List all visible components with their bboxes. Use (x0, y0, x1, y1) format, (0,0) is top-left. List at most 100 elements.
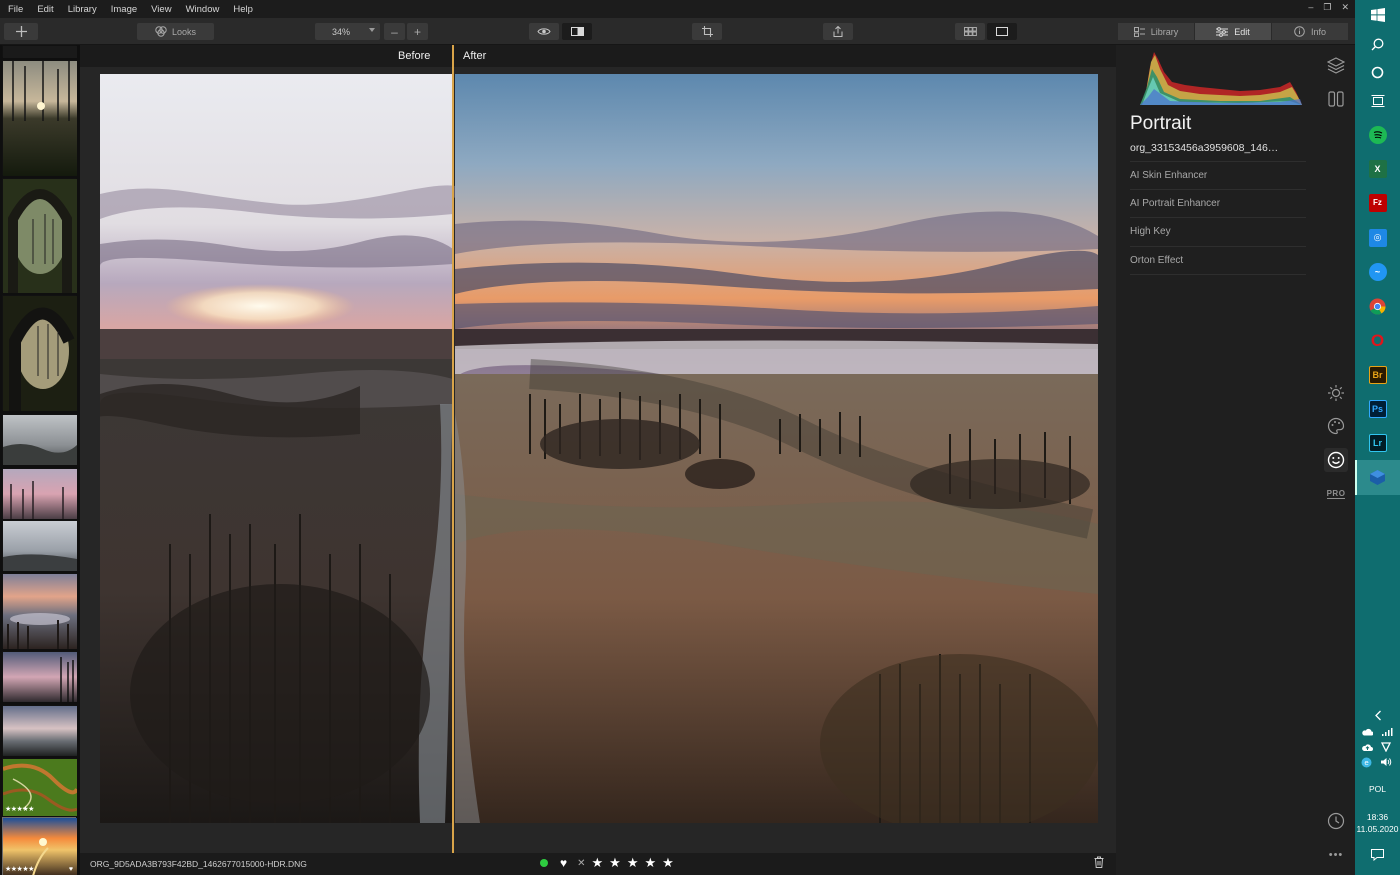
menu-file[interactable]: File (0, 4, 30, 15)
add-photos-button[interactable] (4, 23, 38, 40)
onedrive-icon[interactable] (1361, 727, 1373, 736)
creative-button[interactable] (1324, 414, 1348, 438)
grid-view-button[interactable] (955, 23, 985, 40)
zoom-in-button[interactable]: + (407, 23, 428, 40)
menu-image[interactable]: Image (104, 4, 144, 15)
rating-star-1[interactable]: ★ (592, 856, 604, 870)
tab-edit[interactable]: Edit (1195, 23, 1272, 40)
reject-icon[interactable]: ✕ (577, 858, 585, 869)
photo-canvas[interactable] (100, 74, 1098, 823)
preset-item[interactable]: AI Portrait Enhancer (1130, 190, 1306, 218)
menu-library[interactable]: Library (61, 4, 104, 15)
cortana-button[interactable] (1365, 60, 1390, 85)
tab-library[interactable]: Library (1118, 23, 1195, 40)
film-thumbnail[interactable] (2, 705, 77, 756)
taskbar-app-lightroom[interactable]: Lr (1365, 430, 1390, 455)
taskbar-app-bridge[interactable]: Br (1365, 362, 1390, 387)
menu-edit[interactable]: Edit (30, 4, 60, 15)
volume-icon[interactable] (1380, 757, 1392, 767)
essentials-button[interactable] (1324, 381, 1348, 405)
layers-button[interactable] (1324, 53, 1348, 77)
minus-icon: – (391, 24, 398, 39)
preset-item[interactable]: Orton Effect (1130, 247, 1306, 275)
film-thumbnail[interactable] (2, 178, 77, 293)
language-indicator[interactable]: POL (1355, 784, 1400, 794)
looks-button[interactable]: Looks (137, 23, 214, 40)
film-thumbnail-selected[interactable]: ★★★★★ ♥ (2, 817, 77, 875)
film-thumbnail[interactable] (2, 651, 77, 702)
preset-item[interactable]: AI Skin Enhancer (1130, 161, 1306, 190)
film-thumbnail[interactable] (2, 60, 77, 176)
taskbar-app-opera[interactable]: O (1365, 328, 1390, 353)
taskbar-app-spotify[interactable] (1365, 122, 1390, 147)
film-thumbnail[interactable] (2, 45, 77, 58)
color-label-dot[interactable] (540, 859, 548, 867)
task-view-button[interactable] (1365, 88, 1390, 113)
rating-star-2[interactable]: ★ (609, 856, 621, 870)
menu-help[interactable]: Help (226, 4, 260, 15)
notification-icon (1371, 848, 1384, 861)
photoshop-icon: Ps (1368, 399, 1387, 418)
film-thumbnail[interactable]: ★★★★★ (2, 758, 79, 816)
tab-library-label: Library (1150, 26, 1179, 37)
film-thumbnail[interactable] (2, 573, 77, 649)
film-thumbnail[interactable] (2, 520, 77, 571)
compare-split-handle[interactable] (452, 45, 454, 853)
search-button[interactable] (1365, 32, 1390, 57)
plus-icon (15, 26, 27, 37)
action-center-button[interactable] (1365, 842, 1390, 867)
vpn-icon[interactable] (1381, 742, 1391, 752)
network-icon[interactable] (1381, 727, 1393, 737)
film-thumbnail[interactable] (2, 414, 77, 465)
clock-time[interactable]: 18:36 (1355, 812, 1400, 822)
delete-button[interactable] (1094, 856, 1104, 871)
more-button[interactable]: ••• (1324, 843, 1348, 867)
filmstrip[interactable]: ★★★★★ ★★★★★ ♥ (0, 45, 80, 875)
start-button[interactable] (1365, 2, 1390, 27)
tab-info[interactable]: Info (1272, 23, 1349, 40)
rating-star-3[interactable]: ★ (627, 856, 639, 870)
history-button[interactable] (1324, 809, 1348, 833)
minimize-button[interactable]: – (1308, 2, 1313, 13)
single-view-button[interactable] (987, 23, 1017, 40)
menu-view[interactable]: View (144, 4, 178, 15)
taskbar-app-luminar[interactable] (1365, 465, 1390, 490)
layers-icon (1327, 57, 1345, 74)
taskbar-app-chrome[interactable] (1365, 294, 1390, 319)
menu-window[interactable]: Window (179, 4, 227, 15)
film-thumbnail[interactable] (2, 295, 77, 411)
zoom-out-button[interactable]: – (384, 23, 405, 40)
rating-star-5[interactable]: ★ (662, 856, 674, 870)
preset-item[interactable]: High Key (1130, 218, 1306, 247)
film-thumbnail[interactable] (2, 468, 77, 519)
portrait-button[interactable] (1324, 448, 1348, 472)
chevron-left-icon (1374, 710, 1381, 721)
compare-button[interactable] (562, 23, 592, 40)
taskbar-app-filezilla[interactable]: Fz (1365, 190, 1390, 215)
heart-icon[interactable]: ♥ (560, 856, 567, 870)
canvas-panel-button[interactable] (1324, 87, 1348, 111)
compare-header (80, 45, 1116, 67)
taskbar-app-messenger[interactable]: ~ (1365, 259, 1390, 284)
eye-icon (537, 28, 551, 35)
crop-icon (701, 26, 713, 37)
search-icon (1371, 38, 1384, 51)
messenger-icon: ~ (1368, 262, 1387, 281)
rating-star-4[interactable]: ★ (644, 856, 656, 870)
preview-toggle-button[interactable] (529, 23, 559, 40)
image-viewer[interactable]: Before After (80, 45, 1116, 853)
show-hidden-icons-button[interactable] (1365, 703, 1390, 728)
app-tray-icon[interactable]: e (1361, 757, 1372, 768)
crop-button[interactable] (692, 23, 722, 40)
close-button[interactable]: ✕ (1341, 2, 1349, 13)
zoom-dropdown[interactable]: 34% (315, 23, 380, 40)
cloud-upload-icon[interactable] (1361, 742, 1373, 752)
taskbar-app-excel[interactable]: X (1365, 156, 1390, 181)
clock-date[interactable]: 11.05.2020 (1355, 824, 1400, 834)
export-button[interactable] (823, 23, 853, 40)
taskbar-app-blue[interactable]: ◎ (1365, 225, 1390, 250)
pro-button[interactable]: PRO (1324, 482, 1348, 506)
restore-button[interactable]: ❐ (1323, 2, 1331, 13)
after-label: After (463, 50, 487, 62)
taskbar-app-photoshop[interactable]: Ps (1365, 396, 1390, 421)
